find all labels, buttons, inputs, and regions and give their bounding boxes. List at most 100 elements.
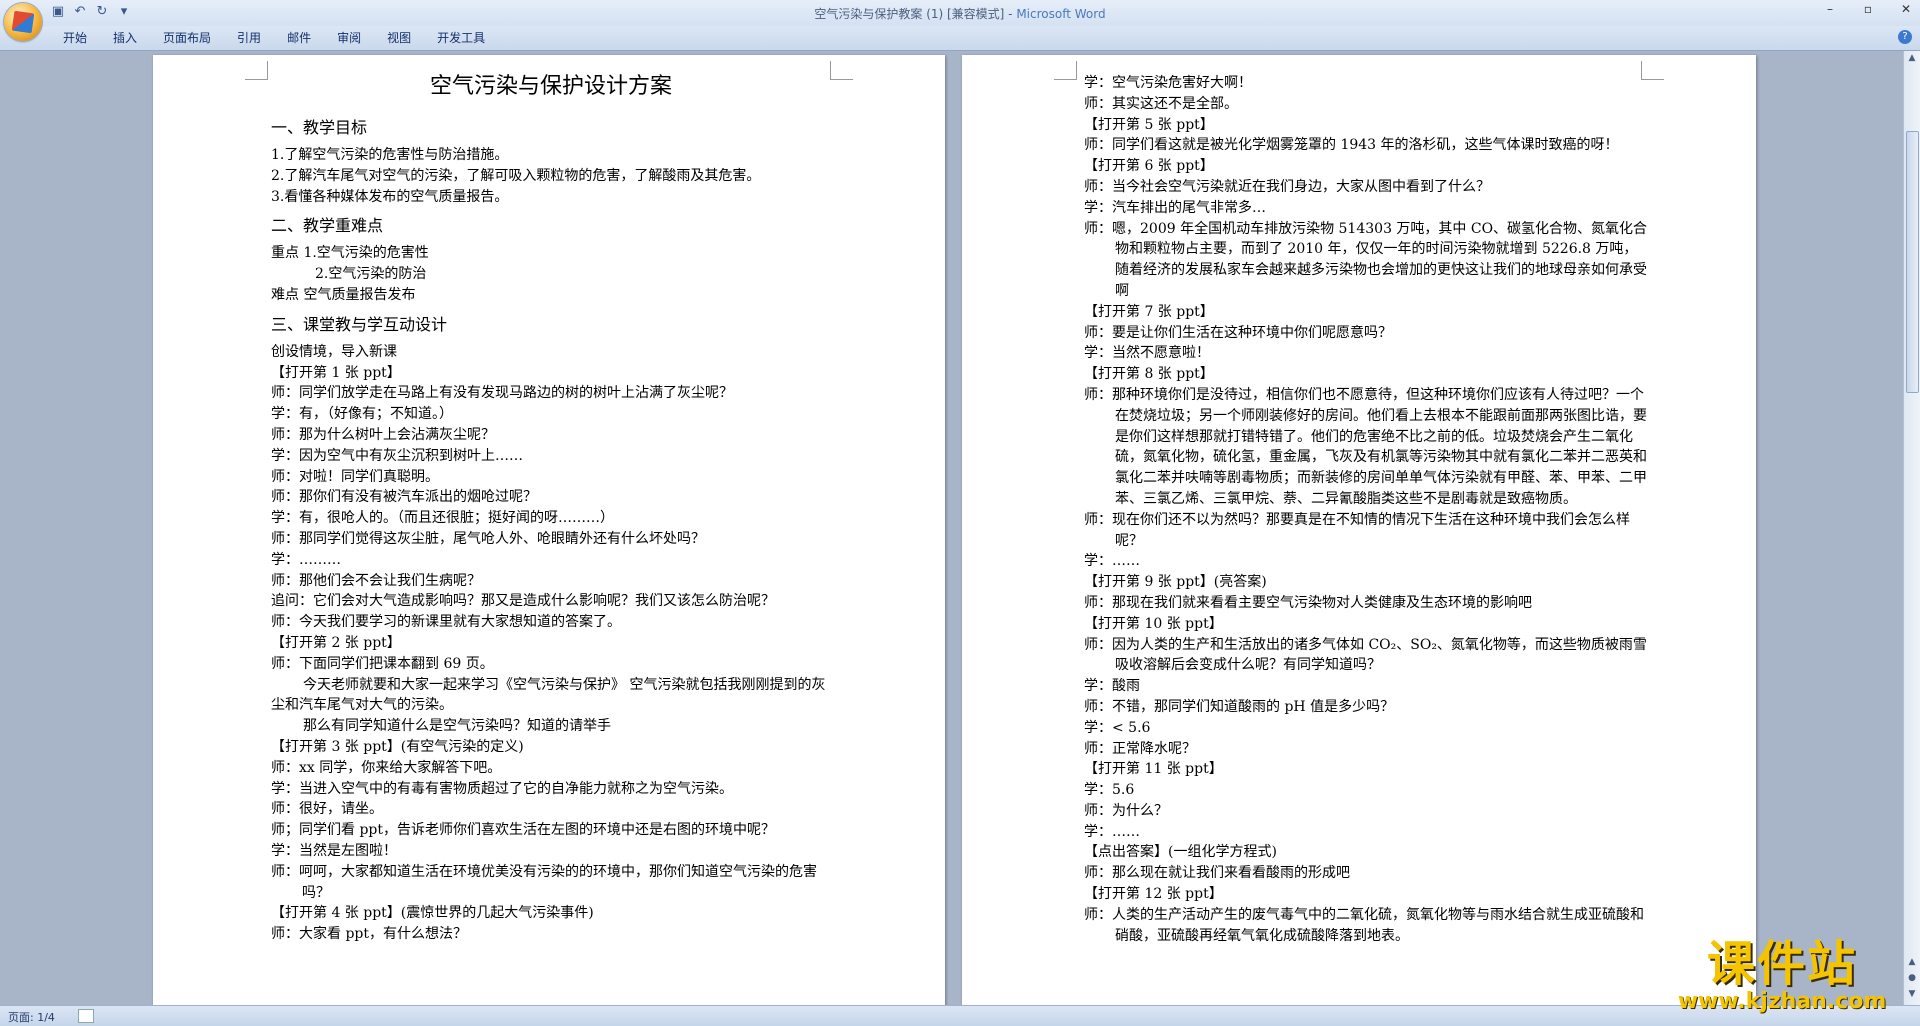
title-bar: ▣ ↶ ↻ ▾ 空气污染与保护教案 (1) [兼容模式] - Microsoft… [0,0,1920,41]
next-page-icon[interactable]: ▼ [1906,989,1918,1003]
paragraph: 师：那为什么树叶上会沾满灰尘呢？ [271,426,495,443]
paragraph: 【打开第 11 张 ppt】 [1084,761,1223,778]
page-1[interactable]: 空气污染与保护设计方案 一、教学目标 1.了解空气污染的危害性与防治措施。 2.… [153,55,945,1005]
paragraph: 今天老师就要和大家一起来学习《空气污染与保护》 空气污染就包括我刚刚提到的灰尘和… [271,676,826,714]
paragraph: 追问：它们会对大气造成影响吗？那又是造成什么影响呢？我们又该怎么防治呢？ [271,593,775,610]
paragraph: 学：有，（好像有；不知道。） [271,406,453,423]
maximize-icon[interactable]: ▫ [1858,2,1878,16]
paragraph: 师：因为人类的生产和生活放出的诸多气体如 CO₂、SO₂、氮氧化物等，而这些物质… [1084,636,1647,674]
tab-home[interactable]: 开始 [50,30,100,46]
window-controls: – ▫ ✕ [1820,2,1916,16]
section-title: 三、课堂教与学互动设计 [271,314,448,334]
close-icon[interactable]: ✕ [1896,2,1916,16]
paragraph: 【点出答案】(一组化学方程式) [1084,844,1277,861]
previous-page-icon[interactable]: ▲ [1906,957,1918,971]
watermark-url: www.kjzhan.com [1677,989,1887,1014]
paragraph: 师：那你们有没有被汽车派出的烟呛过呢？ [271,489,537,506]
paragraph: 学：当然是左图啦！ [271,842,397,859]
scroll-thumb[interactable] [1906,131,1919,393]
paragraph: 师：人类的生产活动产生的废气毒气中的二氧化硫，氮氧化物等与雨水结合就生成亚硫酸和… [1084,906,1644,944]
paragraph: 师：正常降水呢？ [1084,740,1196,757]
paragraph: 那么有同学知道什么是空气污染吗？知道的请举手 [303,718,611,735]
paragraph: 2.了解汽车尾气对空气的污染，了解可吸入颗粒物的危害，了解酸雨及其危害。 [271,167,761,184]
proofing-icon[interactable] [78,1009,94,1023]
paragraph: 学：5.6 [1084,782,1135,799]
margin-mark [830,61,853,80]
paragraph: 难点 空气质量报告发布 [271,286,416,303]
paragraph: 学：空气污染危害好大啊！ [1084,75,1252,91]
page-2-content: 学：空气污染危害好大啊！ 师：其实这还不是全部。 【打开第 5 张 ppt】 师… [1084,73,1650,946]
vertical-scrollbar[interactable]: ▲ ▲ ● ▼ [1903,51,1920,1005]
paragraph: 师：那现在我们就来看看主要空气污染物对人类健康及生态环境的影响吧 [1084,594,1532,611]
app-name: Microsoft Word [1016,7,1106,21]
minimize-icon[interactable]: – [1820,2,1840,16]
page-1-content: 空气污染与保护设计方案 一、教学目标 1.了解空气污染的危害性与防治措施。 2.… [271,73,831,945]
paragraph: 师：大家看 ppt，有什么想法？ [271,926,467,943]
paragraph: 【打开第 5 张 ppt】 [1084,116,1214,133]
tab-references[interactable]: 引用 [224,30,274,46]
paragraph: 学：…… [1084,823,1140,840]
paragraph: 【打开第 6 张 ppt】 [1084,158,1214,175]
paragraph: 师：现在你们还不以为然吗？那要真是在不知情的情况下生活在这种环境中我们会怎么样呢… [1084,511,1630,549]
paragraph: 师：那么现在就让我们来看看酸雨的形成吧 [1084,865,1350,882]
page-2[interactable]: 学：空气污染危害好大啊！ 师：其实这还不是全部。 【打开第 5 张 ppt】 师… [962,55,1756,1005]
paragraph: 【打开第 9 张 ppt】(亮答案) [1084,574,1267,591]
tab-developer[interactable]: 开发工具 [424,30,498,46]
paragraph: 师：那他们会不会让我们生病呢？ [271,572,481,589]
paragraph: 【打开第 10 张 ppt】 [1084,615,1223,632]
paragraph: 师：很好，请坐。 [271,801,383,818]
paragraph: 3.看懂各种媒体发布的空气质量报告。 [271,188,509,205]
tab-page-layout[interactable]: 页面布局 [150,30,224,46]
section-title: 二、教学重难点 [271,216,384,236]
page-indicator[interactable]: 页面: 1/4 [8,1009,55,1025]
paragraph: 学：……… [271,551,341,568]
paragraph: 师：当今社会空气污染就近在我们身边，大家从图中看到了什么？ [1084,178,1490,195]
document-area[interactable]: 空气污染与保护设计方案 一、教学目标 1.了解空气污染的危害性与防治措施。 2.… [0,51,1904,1005]
paragraph: 创设情境，导入新课 [271,343,397,360]
status-bar: 页面: 1/4 [0,1005,1920,1026]
paragraph: 学：当进入空气中的有毒有害物质超过了它的自净能力就称之为空气污染。 [271,780,733,797]
paragraph: 2.空气污染的防治 [315,266,427,283]
document-title: 空气污染与保护教案 (1) [兼容模式] - [814,7,1017,21]
watermark-title: 课件站 [1706,936,1857,992]
paragraph: 师：那同学们觉得这灰尘脏，尾气呛人外、呛眼睛外还有什么坏处吗？ [271,530,705,547]
paragraph: 师；同学们看 ppt，告诉老师你们喜欢生活在左图的环境中还是右图的环境中呢？ [271,822,775,839]
paragraph: 学：< 5.6 [1084,719,1151,736]
paragraph: 师：同学们放学走在马路上有没有发现马路边的树的树叶上沾满了灰尘呢？ [271,385,733,402]
ribbon-tabs: 开始 插入 页面布局 引用 邮件 审阅 视图 开发工具 [50,30,498,46]
paragraph: 师：那种环境你们是没待过，相信你们也不愿意待，但这种环境你们应该有人待过吧？一个… [1084,386,1647,507]
tab-insert[interactable]: 插入 [100,30,150,46]
paragraph: 1.了解空气污染的危害性与防治措施。 [271,147,509,163]
paragraph: 【打开第 4 张 ppt】(震惊世界的几起大气污染事件) [271,905,594,922]
section-title: 一、教学目标 [271,118,368,137]
paragraph: 师：其实这还不是全部。 [1084,95,1238,112]
document-heading: 空气污染与保护设计方案 [429,74,672,99]
tab-review[interactable]: 审阅 [324,30,374,46]
word-logo-icon [11,10,35,34]
watermark-logo: 课件站 www.kjzhan.com [1662,936,1902,1013]
browse-object-icon[interactable]: ● [1906,973,1918,987]
paragraph: 学：当然不愿意啦！ [1084,345,1210,362]
paragraph: 师：对啦！同学们真聪明。 [271,468,439,485]
tab-view[interactable]: 视图 [374,30,424,46]
tab-mailings[interactable]: 邮件 [274,30,324,46]
margin-mark [1054,61,1077,80]
margin-mark [245,61,268,80]
paragraph: 学：因为空气中有灰尘沉积到树叶上…… [271,447,523,464]
window-title: 空气污染与保护教案 (1) [兼容模式] - Microsoft Word [0,5,1920,22]
paragraph: 师：同学们看这就是被光化学烟雾笼罩的 1943 年的洛杉矶，这些气体课时致癌的呀… [1084,137,1619,154]
help-icon[interactable]: ? [1898,30,1912,44]
paragraph: 【打开第 7 张 ppt】 [1084,303,1214,320]
paragraph: 【打开第 2 张 ppt】 [271,634,401,651]
scroll-up-icon[interactable]: ▲ [1906,53,1918,67]
paragraph: 师：要是让你们生活在这种环境中你们呢愿意吗？ [1084,324,1392,341]
office-button[interactable] [4,3,42,41]
paragraph: 学：汽车排出的尾气非常多… [1084,199,1266,216]
paragraph: 学：酸雨 [1084,678,1140,695]
paragraph: 师：不错，那同学们知道酸雨的 pH 值是多少吗？ [1084,698,1395,715]
paragraph: 师：为什么？ [1084,802,1168,819]
ribbon: 开始 插入 页面布局 引用 邮件 审阅 视图 开发工具 ? [0,26,1920,51]
paragraph: 师：呵呵，大家都知道生活在环境优美没有污染的的环境中，那你们知道空气污染的危害吗… [271,863,817,901]
paragraph: 师：今天我们要学习的新课里就有大家想知道的答案了。 [271,614,621,631]
paragraph: 【打开第 1 张 ppt】 [271,364,401,381]
